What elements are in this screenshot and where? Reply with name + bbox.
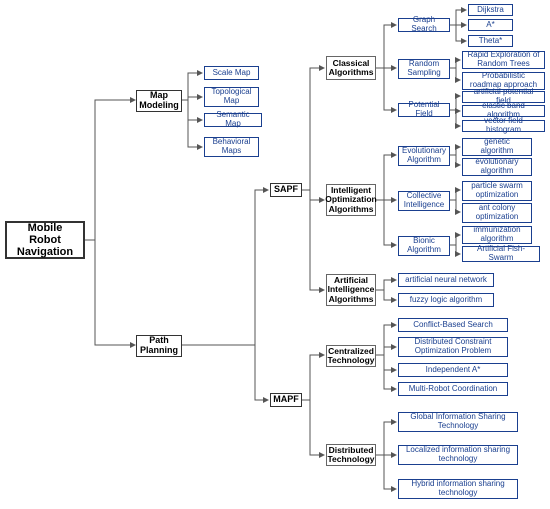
root-node: Mobile Robot Navigation <box>5 221 85 259</box>
bionic-node: Bionic Algorithm <box>398 236 450 256</box>
immun-node: immunization algorithm <box>462 226 532 244</box>
mrc-node: Multi-Robot Coordination <box>398 382 508 396</box>
elastic-node: elastic band algorithm <box>462 105 545 117</box>
global-share-node: Global Information Sharing Technology <box>398 412 518 432</box>
sapf-node: SAPF <box>270 183 302 197</box>
local-share-node: Localized information sharing technology <box>398 445 518 465</box>
centralized-node: Centralized Technology <box>326 345 376 367</box>
map-modeling-node: Map Modeling <box>136 90 182 112</box>
theta-node: Theta* <box>468 35 513 47</box>
dijkstra-node: Dijkstra <box>468 4 513 16</box>
potential-field-node: Potential Field <box>398 103 450 117</box>
afs-node: Artificial Fish-Swarm <box>462 246 540 262</box>
scale-map-node: Scale Map <box>204 66 259 80</box>
aco-node: ant colony optimization <box>462 203 532 223</box>
pso-node: particle swarm optimization <box>462 181 532 201</box>
behavioral-maps-node: Behavioral Maps <box>204 137 259 157</box>
genetic-node: genetic algorithm <box>462 138 532 156</box>
hybrid-share-node: Hybrid information sharing technology <box>398 479 518 499</box>
rrt-node: Rapid Exploration of Random Trees <box>462 51 545 69</box>
dcop-node: Distributed Constraint Optimization Prob… <box>398 337 508 357</box>
classical-node: Classical Algorithms <box>326 56 376 80</box>
path-planning-node: Path Planning <box>136 335 182 357</box>
astar-node: A* <box>468 19 513 31</box>
random-sampling-node: Random Sampling <box>398 59 450 79</box>
vfh-node: vector field histogram <box>462 120 545 132</box>
cbs-node: Conflict-Based Search <box>398 318 508 332</box>
intelligent-node: Intelligent Optimization Algorithms <box>326 184 376 216</box>
topological-map-node: Topological Map <box>204 87 259 107</box>
ai-node: Artificial Intelligence Algorithms <box>326 274 376 306</box>
ann-node: artificial neural network <box>398 273 494 287</box>
ida-node: Independent A* <box>398 363 508 377</box>
evolutionary-node: Evolutionary Algorithm <box>398 146 450 166</box>
fuzzy-node: fuzzy logic algorithm <box>398 293 494 307</box>
graph-search-node: Graph Search <box>398 18 450 32</box>
collective-node: Collective Intelligence <box>398 191 450 211</box>
mapf-node: MAPF <box>270 393 302 407</box>
evoalg-node: evolutionary algorithm <box>462 158 532 176</box>
distributed-node: Distributed Technology <box>326 444 376 466</box>
semantic-map-node: Semantic Map <box>204 113 262 127</box>
